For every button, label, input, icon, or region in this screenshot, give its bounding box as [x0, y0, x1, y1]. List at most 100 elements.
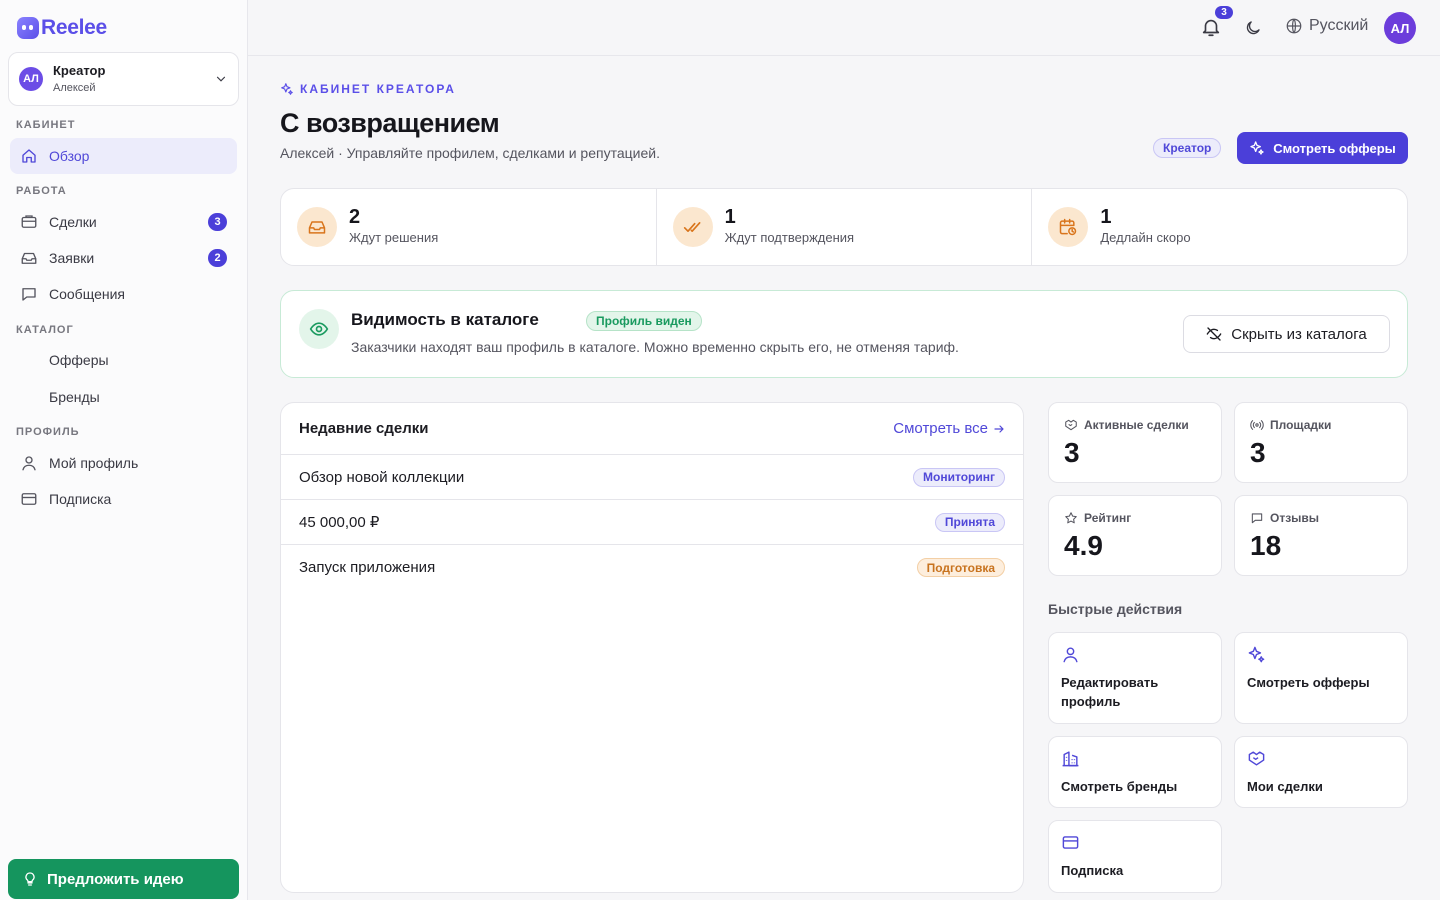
notification-count-badge: 3 [1215, 6, 1233, 19]
account-avatar: АЛ [19, 67, 43, 91]
broadcast-icon [1250, 420, 1264, 430]
deal-status-badge: Подготовка [916, 558, 1005, 577]
stat-value: 1 [1100, 206, 1112, 228]
quick-action-view-brands[interactable]: Смотреть бренды [1048, 736, 1222, 808]
user-avatar[interactable]: АЛ [1384, 12, 1416, 44]
inbox-icon [308, 221, 326, 234]
sidebar-item-label: Офферы [49, 352, 109, 368]
sparkles-icon [1250, 141, 1264, 155]
platforms-stat: Площадки 3 [1234, 402, 1408, 483]
credit-card-icon [1062, 836, 1079, 849]
language-label: Русский [1309, 17, 1369, 34]
quick-actions-title: Быстрые действия [1048, 601, 1183, 617]
sidebar-item-brands[interactable]: Бренды [10, 379, 237, 415]
eye-icon [309, 322, 329, 336]
sidebar-item-requests[interactable]: Заявки 2 [10, 240, 237, 276]
language-switcher[interactable]: Русский [1285, 17, 1368, 35]
handshake-icon [1065, 419, 1077, 431]
sidebar-item-label: Заявки [49, 250, 95, 266]
page-title: С возвращением [280, 108, 500, 138]
stat-label: Дедлайн скоро [1100, 230, 1191, 245]
deal-row[interactable]: Обзор новой коллекции Мониторинг [281, 455, 1023, 500]
recent-deals-title: Недавние сделки [299, 420, 429, 437]
inbox-icon [21, 252, 37, 264]
mini-stat-value: 18 [1250, 530, 1282, 561]
mini-stat-value: 3 [1064, 437, 1080, 468]
bell-icon[interactable] [1200, 16, 1222, 38]
quick-action-label: Подписка [1061, 863, 1124, 878]
account-switcher[interactable]: АЛ Креатор Алексей [8, 52, 239, 106]
sidebar-item-offers[interactable]: Офферы [10, 342, 237, 378]
sidebar-item-label: Обзор [49, 148, 90, 164]
sidebar-item-deals[interactable]: Сделки 3 [10, 204, 237, 240]
mini-stat-value: 3 [1250, 437, 1266, 468]
role-badge: Креатор [1153, 138, 1222, 158]
arrow-right-icon [994, 424, 1004, 433]
quick-action-my-deals[interactable]: Мои сделки [1234, 736, 1408, 808]
stat-label: Ждут подтверждения [724, 230, 855, 245]
sparkles-icon [281, 83, 293, 95]
stat-label: Ждут решения [349, 230, 439, 245]
quick-action-subscription[interactable]: Подписка [1048, 820, 1222, 893]
count-badge: 3 [208, 213, 227, 231]
user-icon [22, 456, 36, 471]
stat-value: 2 [349, 206, 361, 228]
message-icon [22, 288, 36, 301]
view-offers-button[interactable]: Смотреть офферы [1237, 132, 1408, 164]
stat-deadline-soon[interactable]: 1 Дедлайн скоро [1032, 189, 1407, 265]
user-icon [1063, 647, 1078, 663]
topbar: 3 Русский АЛ [248, 0, 1440, 56]
nav-section-catalog: КАТАЛОГ [16, 324, 74, 336]
quick-action-edit-profile[interactable]: Редактировать профиль [1048, 632, 1222, 724]
building-icon [20, 388, 38, 406]
lightbulb-icon [25, 872, 35, 886]
mini-stat-label: Активные сделки [1084, 418, 1189, 432]
logo-text: Reelee [41, 16, 107, 39]
sparkles-icon [1248, 646, 1265, 663]
sidebar-item-label: Сообщения [49, 286, 125, 302]
suggest-idea-button[interactable]: Предложить идею [8, 859, 239, 899]
quick-action-label: Мои сделки [1247, 779, 1323, 794]
mini-stat-label: Площадки [1270, 418, 1332, 432]
calendar-clock-icon [1060, 218, 1077, 236]
double-check-icon [683, 222, 701, 232]
count-badge: 2 [208, 249, 227, 267]
deal-name: Запуск приложения [299, 559, 436, 576]
stat-awaiting-confirmation[interactable]: 1 Ждут подтверждения [657, 189, 1033, 265]
mini-stat-label: Рейтинг [1084, 511, 1132, 525]
active-deals-stat: Активные сделки 3 [1048, 402, 1222, 483]
rating-stat: Рейтинг 4.9 [1048, 495, 1222, 576]
deal-name: 45 000,00 ₽ [299, 514, 380, 531]
hide-from-catalog-button[interactable]: Скрыть из каталога [1183, 315, 1390, 353]
message-icon [1251, 513, 1263, 524]
deal-row[interactable]: Запуск приложения Подготовка [281, 545, 1023, 590]
sidebar-item-overview[interactable]: Обзор [10, 138, 237, 174]
page-eyebrow: КАБИНЕТ КРЕАТОРА [280, 82, 456, 96]
mini-stat-value: 4.9 [1064, 530, 1103, 561]
nav-section-work: РАБОТА [16, 185, 67, 197]
home-icon [22, 149, 36, 163]
quick-action-label: Редактировать профиль [1061, 675, 1159, 709]
handshake-icon [1248, 751, 1265, 766]
deal-status-badge: Принята [934, 512, 1005, 532]
nav-section-profile: ПРОФИЛЬ [16, 426, 80, 438]
sidebar-item-my-profile[interactable]: Мой профиль [10, 445, 237, 481]
sidebar-item-subscription[interactable]: Подписка [10, 481, 237, 517]
summary-stats: 2 Ждут решения 1 Ждут подтверждения 1 Де… [280, 188, 1408, 266]
quick-action-label: Смотреть офферы [1247, 675, 1370, 690]
star-icon [1065, 512, 1077, 524]
view-all-deals-link[interactable]: Смотреть все [893, 420, 1005, 437]
handshake-icon [21, 215, 37, 228]
stat-awaiting-decision[interactable]: 2 Ждут решения [281, 189, 657, 265]
quick-action-view-offers[interactable]: Смотреть офферы [1234, 632, 1408, 724]
credit-card-icon [21, 493, 37, 505]
eye-off-icon [1206, 327, 1222, 341]
sidebar-item-messages[interactable]: Сообщения [10, 276, 237, 312]
deal-name: Обзор новой коллекции [299, 468, 465, 486]
deal-row[interactable]: 45 000,00 ₽ Принята [281, 500, 1023, 545]
tag-icon [20, 351, 38, 369]
moon-icon[interactable] [1244, 19, 1262, 37]
app-logo[interactable]: Reelee [17, 16, 107, 40]
quick-action-label: Смотреть бренды [1061, 779, 1178, 794]
view-offers-label: Смотреть офферы [1273, 140, 1396, 156]
